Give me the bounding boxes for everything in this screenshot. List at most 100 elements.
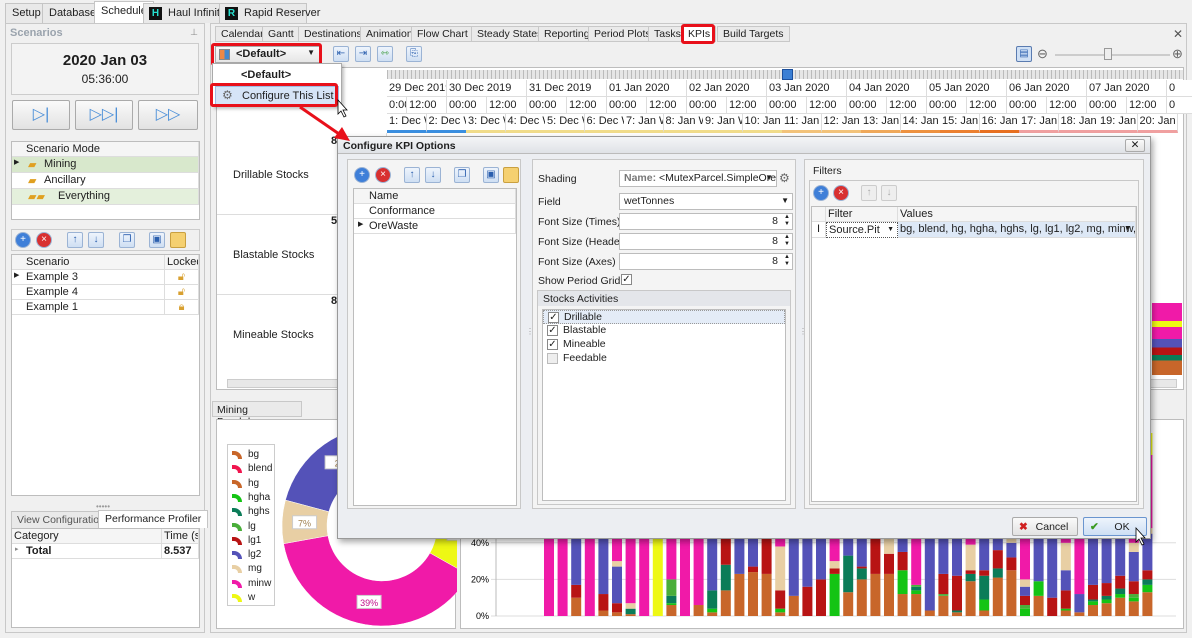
period-header[interactable]: 1: Dec W [387,114,427,133]
bar-segment-hgha[interactable] [1060,608,1071,611]
bar-segment-lg1[interactable] [1060,590,1071,609]
zoom-in-icon[interactable]: ⊕ [1172,46,1183,62]
bar-segment-bg[interactable] [924,610,935,616]
bar-segment-lg1[interactable] [598,594,609,611]
bar-segment-hghs[interactable] [856,568,867,580]
shading-dropdown[interactable]: Name: <MutexParcel.SimpleOre... ▼ [619,170,777,187]
period-header[interactable]: 5: Dec W [545,114,585,133]
stock-activity-item[interactable]: ✓ Blastable [543,324,785,338]
bar-segment-lg[interactable] [911,584,922,587]
tab-steady-states[interactable]: Steady States [471,26,549,42]
column-name[interactable]: Name [354,189,516,204]
bar-segment-bg[interactable] [1101,603,1112,616]
kpi-list-item[interactable]: Conformance [354,204,516,219]
bar-segment-hghs[interactable] [992,568,1003,578]
bar-segment-lg1[interactable] [965,570,976,574]
bar-segment-bg[interactable] [979,610,990,616]
bar-segment-bg[interactable] [870,573,881,616]
copy-icon[interactable]: ❐ [119,232,135,248]
bar-segment-bg[interactable] [1074,612,1085,616]
bar-segment-bg[interactable] [843,592,854,616]
tab-view-configuration[interactable]: View Configuration [11,511,111,528]
bar-segment-bg[interactable] [748,572,758,616]
gear-icon[interactable]: ⚙ [779,171,790,185]
bar-segment-hghs[interactable] [1115,588,1126,595]
add-icon[interactable]: + [15,232,31,248]
bar-segment-lg1[interactable] [1115,575,1126,589]
period-header[interactable]: 3: Dec W [466,114,506,133]
bar-segment-mg[interactable] [1060,542,1071,571]
tab-flow-chart[interactable]: Flow Chart [411,26,474,42]
bar-segment-lg1[interactable] [1088,584,1098,600]
bar-segment-bg[interactable] [856,579,867,616]
bar-segment-bg[interactable] [1006,570,1017,616]
bar-segment-hghs[interactable] [1101,595,1112,600]
bar-segment-hgha[interactable] [1101,599,1112,604]
bar-segment-lg1[interactable] [571,584,582,598]
add-filter-icon[interactable]: + [813,185,829,201]
period-header[interactable]: 7: Jan W [624,114,664,133]
zoom-out-icon[interactable]: ⊖ [1037,46,1048,62]
bar-segment-lg1[interactable] [938,573,949,595]
bar-segment-hgha[interactable] [707,608,718,613]
period-header[interactable]: 14: Jan [900,114,941,133]
bar-segment-hgha[interactable] [979,599,990,611]
donut-slice-minw[interactable] [283,535,457,627]
bar-segment-bg[interactable] [897,594,908,616]
bar-segment-bg[interactable] [938,595,949,616]
bar-segment-hghs[interactable] [707,590,718,609]
bar-segment-hgha[interactable] [829,573,840,616]
bar-segment-bg[interactable] [911,594,922,616]
bar-segment-lg1[interactable] [1128,581,1139,595]
stock-activity-item[interactable]: ✓ Mineable [543,338,785,352]
bar-segment-bg[interactable] [707,612,718,616]
bar-segment-bg[interactable] [598,610,609,616]
bar-segment-bg[interactable] [952,612,962,616]
zoom-fit-icon[interactable]: ▤ [1016,46,1032,62]
spin-arrows-icon[interactable]: ▲ ▼ [784,234,790,248]
tab-build-targets[interactable]: Build Targets [717,26,790,42]
bar-segment-lg1[interactable] [884,553,894,574]
period-header[interactable]: 8: Jan W [663,114,704,133]
bar-segment-lg[interactable] [1128,594,1139,598]
pin-icon[interactable]: ⊥ [190,27,198,38]
bar-segment-bg[interactable] [693,605,704,616]
step-multiple-button[interactable]: ▷▷| [75,100,133,130]
stock-activity-checkbox[interactable]: ✓ [547,325,558,336]
scenario-row[interactable]: ▶ Example 3 [12,270,165,285]
bar-segment-lg1[interactable] [1101,583,1112,596]
bar-segment-bg[interactable] [1128,601,1139,616]
bar-segment-lg1[interactable] [1142,570,1153,580]
bar-segment-bg[interactable] [965,581,976,616]
bar-segment-bg[interactable] [1142,592,1153,616]
period-header[interactable]: 11: Jan [782,114,822,133]
bar-segment-lg1[interactable] [1047,597,1058,616]
bar-segment-mg[interactable] [1128,542,1139,552]
bar-segment-hghs[interactable] [911,586,922,591]
tab-reporting[interactable]: Reporting [538,26,596,42]
tab-animation[interactable]: Animation [360,26,419,42]
period-header[interactable]: 20: Jan [1137,114,1178,133]
bar-segment-mg[interactable] [1020,579,1030,587]
lock-icon[interactable]: 🔓︎ [165,270,199,285]
bar-segment-lg1[interactable] [816,579,826,616]
period-header[interactable]: 12: Jan [821,114,862,133]
bar-segment-bg[interactable] [788,595,799,616]
delete-icon[interactable]: × [36,232,52,248]
bar-segment-lg1[interactable] [829,568,840,574]
period-header[interactable]: 6: Dec W [584,114,625,133]
bar-segment-mg[interactable] [612,561,622,567]
scroll-right-icon[interactable]: ⇥ [355,46,371,62]
column-locked[interactable]: Locked [165,255,199,270]
stock-activity-checkbox[interactable]: ✓ [548,312,559,323]
zoom-slider[interactable] [1055,54,1170,56]
spin-arrows-icon[interactable]: ▲ ▼ [784,214,790,228]
export-icon[interactable]: ⎘ [406,46,422,62]
bar-segment-hghs[interactable] [979,575,990,600]
cancel-button[interactable]: ✖ Cancel [1012,517,1078,536]
bar-segment-hghs[interactable] [666,595,677,604]
move-up-icon[interactable]: ↑ [67,232,83,248]
period-header[interactable]: 9: Jan W [703,114,743,133]
scroll-left-icon[interactable]: ⇤ [333,46,349,62]
bar-segment-bg[interactable] [1060,610,1071,616]
